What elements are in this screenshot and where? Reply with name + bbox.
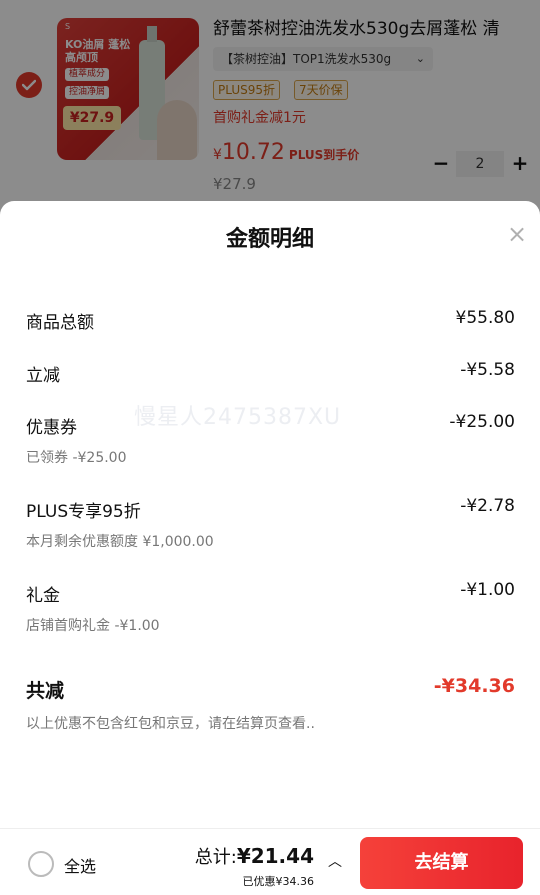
row-label: 礼金 [26, 586, 60, 606]
row-label: 优惠券 [26, 418, 77, 438]
chevron-up-icon[interactable]: ︿ [328, 851, 342, 871]
row-sub: 本月剩余优惠额度 ¥1,000.00 [26, 534, 214, 550]
row-value: ¥55.80 [455, 308, 515, 328]
close-icon[interactable]: × [505, 222, 529, 247]
watermark: 慢星人2475387XU [134, 405, 342, 430]
checkout-button[interactable]: 去结算 [360, 837, 523, 889]
overlay-mask[interactable] [0, 0, 540, 215]
checkout-bar: 全选 总计:¥21.44 已优惠¥34.36 ︿ 去结算 [0, 828, 540, 895]
total-amount: ¥21.44 [236, 844, 314, 868]
price-detail-sheet: 金额明细 × 慢星人2475387XU 商品总额 ¥55.80 立减 -¥5.5… [0, 201, 540, 828]
discount-note: 以上优惠不包含红包和京豆，请在结算页查看.. [26, 716, 315, 732]
total-price: 总计:¥21.44 [195, 843, 314, 869]
saved-amount: 已优惠¥34.36 [242, 875, 315, 888]
row-label: PLUS专享95折 [26, 502, 141, 522]
row-sub: 已领券 -¥25.00 [26, 450, 127, 466]
row-label: 商品总额 [26, 313, 94, 333]
sheet-title: 金额明细 [225, 227, 314, 252]
row-value: -¥5.58 [460, 360, 515, 380]
select-all-label[interactable]: 全选 [64, 853, 96, 877]
select-all-radio[interactable] [28, 851, 54, 877]
row-sub: 店铺首购礼金 -¥1.00 [26, 618, 160, 634]
row-value: -¥1.00 [460, 580, 515, 600]
row-value: -¥25.00 [449, 412, 515, 432]
total-discount-label: 共减 [26, 680, 65, 702]
row-value: -¥2.78 [460, 496, 515, 516]
total-discount-value: -¥34.36 [433, 675, 515, 697]
row-label: 立减 [26, 366, 60, 386]
total-label: 总计: [194, 847, 237, 868]
